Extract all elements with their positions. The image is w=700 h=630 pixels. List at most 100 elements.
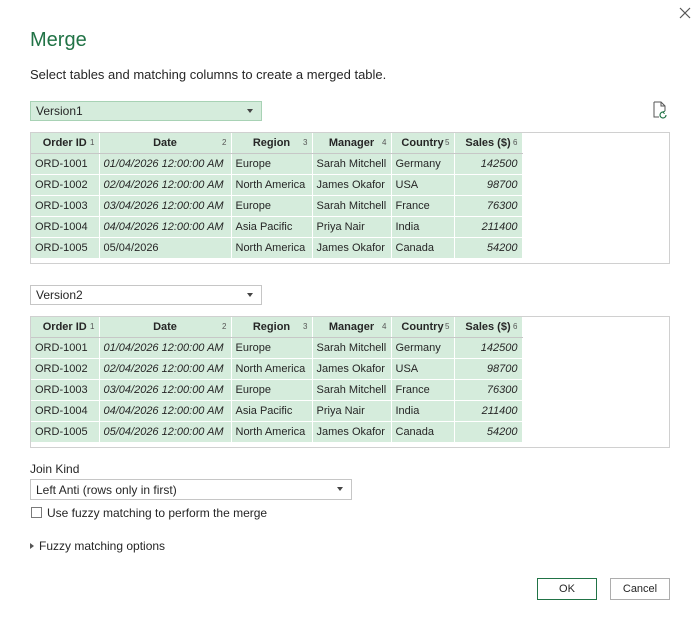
column-header-date[interactable]: Date 2 — [99, 133, 232, 154]
table-cell: Germany — [391, 153, 455, 175]
table-cell: North America — [231, 358, 313, 380]
dialog-title: Merge — [30, 29, 87, 51]
fuzzy-matching-label[interactable]: Use fuzzy matching to perform the merge — [47, 506, 267, 520]
table-cell: North America — [231, 421, 313, 443]
close-icon[interactable] — [677, 5, 693, 21]
column-header-sales[interactable]: Sales ($) 6 — [454, 317, 523, 338]
table-cell: France — [391, 379, 455, 401]
table-cell: 142500 — [454, 337, 523, 359]
table-row: ORD-1001 01/04/2026 12:00:00 AM Europe Sara… — [31, 337, 523, 359]
chevron-down-icon — [337, 487, 343, 491]
table-row: ORD-1001 01/04/2026 12:00:00 AM Europe Sara… — [31, 153, 523, 175]
table-cell: ORD-1005 — [31, 237, 100, 259]
table-cell: 54200 — [454, 421, 523, 443]
table-row: ORD-1004 04/04/2026 12:00:00 AM Asia Pacif… — [31, 216, 523, 238]
table-cell: 211400 — [454, 400, 523, 422]
table-cell: Sarah Mitchell — [312, 337, 392, 359]
first-table-dropdown[interactable]: Version1 — [30, 101, 262, 121]
table-cell: 02/04/2026 12:00:00 AM — [99, 358, 232, 380]
table-cell: USA — [391, 174, 455, 196]
table-cell: James Okafor — [312, 358, 392, 380]
fuzzy-matching-checkbox[interactable] — [31, 507, 42, 518]
table-cell: ORD-1004 — [31, 400, 100, 422]
column-header-date[interactable]: Date 2 — [99, 317, 232, 338]
table-cell: Sarah Mitchell — [312, 195, 392, 217]
table-cell: 05/04/2026 12:00:00 AM — [99, 421, 232, 443]
ok-button[interactable]: OK — [537, 578, 597, 600]
column-header-region[interactable]: Region 3 — [231, 317, 313, 338]
table-row: ORD-1003 03/04/2026 12:00:00 AM Europe Sara… — [31, 195, 523, 217]
table-cell: ORD-1001 — [31, 153, 100, 175]
second-table-grid: Order ID 1 Date 2 Region 3 Manager 4 Country… — [31, 317, 523, 443]
table-cell: 05/04/2026 — [99, 237, 232, 259]
table-cell: ORD-1003 — [31, 379, 100, 401]
table-cell: Canada — [391, 237, 455, 259]
table-cell: Canada — [391, 421, 455, 443]
table-cell: 02/04/2026 12:00:00 AM — [99, 174, 232, 196]
table-cell: Sarah Mitchell — [312, 379, 392, 401]
fuzzy-options-toggle[interactable]: Fuzzy matching options — [39, 539, 165, 553]
table-cell: ORD-1003 — [31, 195, 100, 217]
table-cell: Europe — [231, 337, 313, 359]
cancel-button[interactable]: Cancel — [610, 578, 670, 600]
table-cell: 142500 — [454, 153, 523, 175]
table-cell: USA — [391, 358, 455, 380]
table-cell: Sarah Mitchell — [312, 153, 392, 175]
first-table-value: Version1 — [36, 104, 83, 118]
dialog-subtitle: Select tables and matching columns to cr… — [30, 67, 387, 82]
chevron-down-icon — [247, 109, 253, 113]
first-table-grid: Order ID 1 Date 2 Region 3 Manager 4 Country… — [31, 133, 523, 259]
column-header-manager[interactable]: Manager 4 — [312, 133, 392, 154]
column-header-sales[interactable]: Sales ($) 6 — [454, 133, 523, 154]
table-cell: North America — [231, 174, 313, 196]
table-cell: Priya Nair — [312, 400, 392, 422]
table-cell: ORD-1005 — [31, 421, 100, 443]
table-row: ORD-1002 02/04/2026 12:00:00 AM North Amer… — [31, 358, 523, 380]
column-header-region[interactable]: Region 3 — [231, 133, 313, 154]
table-cell: Asia Pacific — [231, 400, 313, 422]
join-kind-label: Join Kind — [30, 462, 80, 476]
table-cell: 211400 — [454, 216, 523, 238]
table-cell: France — [391, 195, 455, 217]
table-cell: India — [391, 400, 455, 422]
table-cell: Priya Nair — [312, 216, 392, 238]
table-row: ORD-1004 04/04/2026 12:00:00 AM Asia Pacif… — [31, 400, 523, 422]
refresh-icon[interactable] — [652, 101, 668, 119]
table-cell: Europe — [231, 153, 313, 175]
table-cell: ORD-1004 — [31, 216, 100, 238]
join-kind-value: Left Anti (rows only in first) — [36, 482, 177, 497]
table-cell: North America — [231, 237, 313, 259]
table-cell: James Okafor — [312, 237, 392, 259]
table-row: ORD-1003 03/04/2026 12:00:00 AM Europe Sara… — [31, 379, 523, 401]
table-cell: ORD-1001 — [31, 337, 100, 359]
first-table-preview: Order ID 1 Date 2 Region 3 Manager 4 Country… — [30, 132, 670, 264]
second-table-dropdown[interactable]: Version2 — [30, 285, 262, 305]
table-cell: Asia Pacific — [231, 216, 313, 238]
table-row: ORD-1002 02/04/2026 12:00:00 AM North Amer… — [31, 174, 523, 196]
table-cell: James Okafor — [312, 421, 392, 443]
chevron-down-icon — [247, 293, 253, 297]
table-cell: Europe — [231, 379, 313, 401]
table-cell: Europe — [231, 195, 313, 217]
table-row: ORD-1005 05/04/2026 12:00:00 AM North Amer… — [31, 421, 523, 443]
table-cell: 76300 — [454, 379, 523, 401]
join-kind-dropdown[interactable]: Left Anti (rows only in first) — [30, 479, 352, 500]
table-cell: ORD-1002 — [31, 174, 100, 196]
table-cell: ORD-1002 — [31, 358, 100, 380]
table-cell: 01/04/2026 12:00:00 AM — [99, 337, 232, 359]
column-header-country[interactable]: Country 5 — [391, 133, 455, 154]
table-cell: 04/04/2026 12:00:00 AM — [99, 216, 232, 238]
table-cell: 54200 — [454, 237, 523, 259]
table-cell: India — [391, 216, 455, 238]
expand-triangle-icon[interactable] — [30, 543, 34, 549]
column-header-country[interactable]: Country 5 — [391, 317, 455, 338]
column-header-order-id[interactable]: Order ID 1 — [31, 133, 100, 154]
column-header-manager[interactable]: Manager 4 — [312, 317, 392, 338]
table-cell: 76300 — [454, 195, 523, 217]
table-cell: 04/04/2026 12:00:00 AM — [99, 400, 232, 422]
second-table-value: Version2 — [36, 288, 83, 302]
column-header-order-id[interactable]: Order ID 1 — [31, 317, 100, 338]
table-cell: Germany — [391, 337, 455, 359]
second-table-preview: Order ID 1 Date 2 Region 3 Manager 4 Country… — [30, 316, 670, 448]
table-cell: 03/04/2026 12:00:00 AM — [99, 379, 232, 401]
